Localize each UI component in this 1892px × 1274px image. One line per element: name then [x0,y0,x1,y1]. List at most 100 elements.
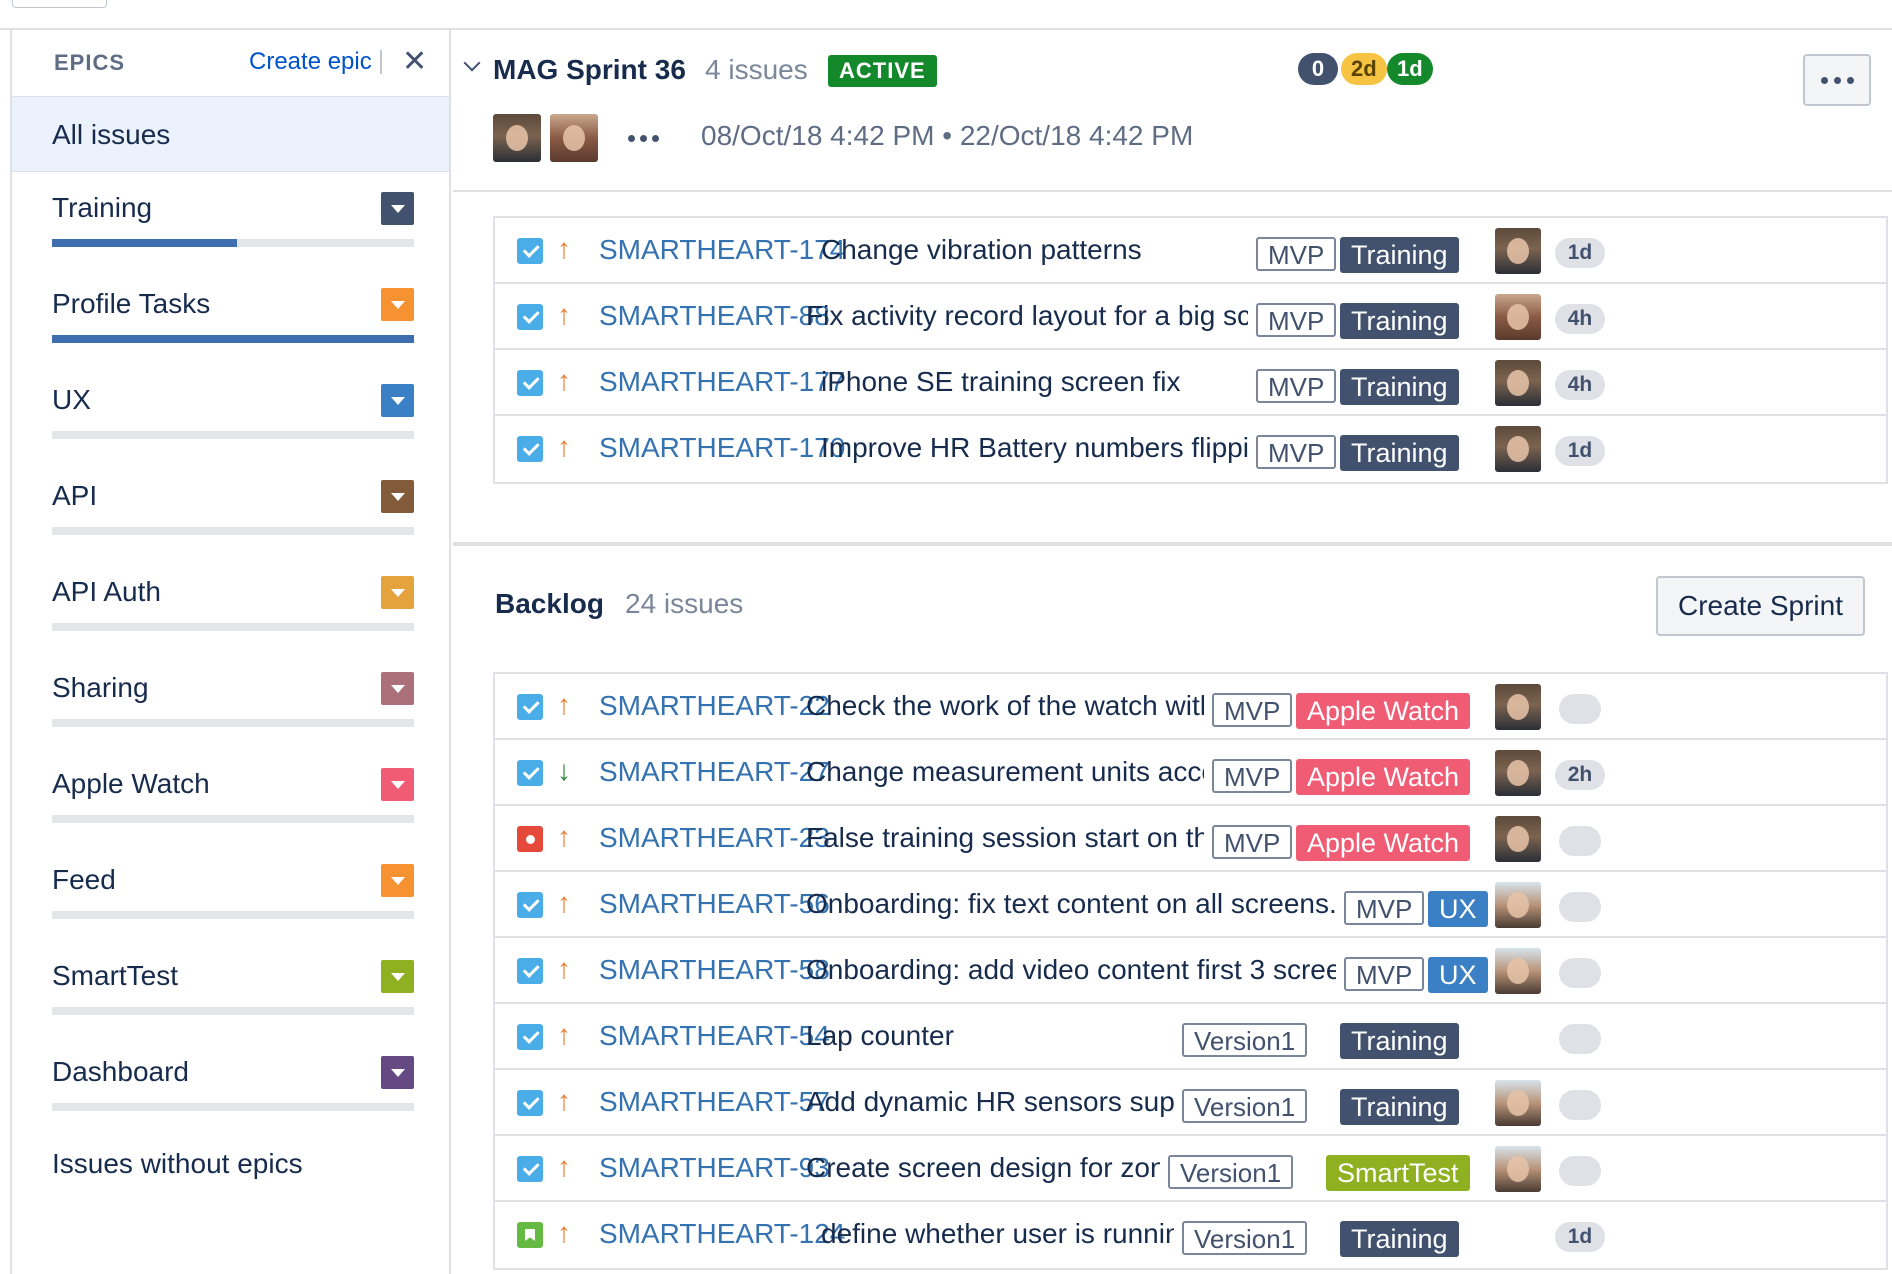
avatar-face [1507,826,1529,852]
epic-item[interactable]: SmartTest [12,940,449,1036]
chevron-down-icon[interactable] [463,54,481,72]
more-icon [1820,76,1828,84]
task-type-icon [517,694,543,720]
issue-key-link[interactable]: SMARTHEART-23 [599,822,830,854]
issue-key-link[interactable]: SMARTHEART-170 [599,432,845,464]
epic-item[interactable]: UX [12,364,449,460]
epic-label: Training [1340,237,1459,273]
chevron-down-icon[interactable] [381,1056,414,1089]
task-type-icon [517,436,543,462]
epic-item[interactable]: Feed [12,844,449,940]
issue-key-link[interactable]: SMARTHEART-88 [599,300,830,332]
chevron-down-icon[interactable] [381,480,414,513]
issue-row[interactable]: ↑ SMARTHEART-174 Change vibration patterns… [495,218,1886,284]
issue-summary: False training session start on the watc… [806,822,1204,853]
sprint-assignees [493,114,598,162]
chevron-down-icon[interactable] [381,192,414,225]
chevron-down-icon[interactable] [381,384,414,417]
issue-row[interactable]: ↑ SMARTHEART-88 Fix activity record layout… [495,284,1886,350]
chevron-down-icon[interactable] [381,960,414,993]
avatar-face [1507,1090,1529,1116]
issue-row[interactable]: ↑ SMARTHEART-177 iPhone SE training screen… [495,350,1886,416]
avatar[interactable] [1495,360,1541,406]
toolbar-button-stub[interactable] [12,0,107,8]
issue-summary: Add dynamic HR sensors support [806,1086,1174,1117]
create-sprint-button[interactable]: Create Sprint [1656,576,1865,636]
epic-item[interactable]: API Auth [12,556,449,652]
issue-key-link[interactable]: SMARTHEART-27 [599,756,830,788]
issue-summary: Check the work of the watch with the mus… [806,690,1204,721]
epic-progress-bar [52,815,414,823]
chevron-down-icon[interactable] [381,576,414,609]
epic-label: Training [1340,435,1459,471]
issue-key-link[interactable]: SMARTHEART-177 [599,366,845,398]
issue-row[interactable]: ↑ SMARTHEART-22 Check the work of the watc… [495,674,1886,740]
epic-item[interactable]: Dashboard [12,1036,449,1132]
task-type-icon [517,370,543,396]
issue-row[interactable]: ↑ SMARTHEART-58 Onboarding: add video cont… [495,938,1886,1004]
chevron-down-icon[interactable] [381,864,414,897]
estimate-badge [1559,1090,1601,1120]
issue-row[interactable]: ↑ SMARTHEART-124 define whether user is ru… [495,1202,1886,1268]
all-issues-filter[interactable]: All issues [12,96,449,172]
more-dot [652,135,659,142]
sprint-name[interactable]: MAG Sprint 36 [493,54,686,86]
top-toolbar-strip [0,0,1892,30]
more-assignees-icon[interactable] [628,135,659,142]
epic-item[interactable]: API [12,460,449,556]
issue-row[interactable]: ↑ SMARTHEART-170 Improve HR Battery number… [495,416,1886,482]
priority-up-icon: ↑ [557,431,571,462]
priority-down-icon: ↓ [557,755,571,786]
issue-key-link[interactable]: SMARTHEART-93 [599,1152,830,1184]
epic-item[interactable]: Profile Tasks [12,268,449,364]
issue-row[interactable]: ↓ SMARTHEART-27 Change measurement units a… [495,740,1886,806]
avatar[interactable] [1495,228,1541,274]
issue-summary: Improve HR Battery numbers flipping [821,432,1248,463]
avatar[interactable] [493,114,541,162]
issue-row[interactable]: ↑ SMARTHEART-93 Create screen design for z… [495,1136,1886,1202]
issue-row[interactable]: ↑ SMARTHEART-23 False training session sta… [495,806,1886,872]
avatar[interactable] [1495,882,1541,928]
epic-item[interactable]: Apple Watch [12,748,449,844]
issue-key-link[interactable]: SMARTHEART-56 [599,888,830,920]
avatar[interactable] [1495,426,1541,472]
epic-progress-bar [52,239,414,247]
avatar[interactable] [1495,750,1541,796]
epic-item[interactable]: Training [12,172,449,268]
priority-up-icon: ↑ [557,953,571,984]
issue-row[interactable]: ↑ SMARTHEART-56 Onboarding: fix text conte… [495,872,1886,938]
more-icon-dot [1846,76,1854,84]
chevron-down-icon[interactable] [381,288,414,321]
chevron-down-icon[interactable] [381,672,414,705]
issue-key-link[interactable]: SMARTHEART-22 [599,690,830,722]
issue-key-link[interactable]: SMARTHEART-54 [599,1020,830,1052]
issue-key-link[interactable]: SMARTHEART-57 [599,1086,830,1118]
estimate-badge [1559,1024,1601,1054]
issue-key-link[interactable]: SMARTHEART-58 [599,954,830,986]
sprint-status-badge: ACTIVE [828,55,937,87]
sprint-more-button[interactable] [1803,54,1871,106]
avatar[interactable] [1495,1080,1541,1126]
create-epic-link[interactable]: Create epic [249,48,372,76]
avatar[interactable] [1495,294,1541,340]
issue-row[interactable]: ↑ SMARTHEART-54 Lap counter Version1 Trainin… [495,1004,1886,1070]
avatar[interactable] [1495,684,1541,730]
epic-item[interactable]: Sharing [12,652,449,748]
issue-row[interactable]: ↑ SMARTHEART-57 Add dynamic HR sensors sup… [495,1070,1886,1136]
avatar[interactable] [1495,948,1541,994]
chevron-down-icon[interactable] [381,768,414,801]
sprint-issue-count: 4 issues [705,54,808,85]
avatar[interactable] [1495,816,1541,862]
issue-summary: Create screen design for zone import fro… [806,1152,1160,1183]
avatar[interactable] [1495,1146,1541,1192]
close-icon[interactable]: ✕ [402,44,427,79]
issues-without-epics-filter[interactable]: Issues without epics [52,1148,303,1180]
avatar[interactable] [550,114,598,162]
issue-key-link[interactable]: SMARTHEART-174 [599,234,845,266]
issue-key-link[interactable]: SMARTHEART-124 [599,1218,845,1250]
section-divider [453,542,1892,546]
backlog-issue-list: ↑ SMARTHEART-22 Check the work of the watc… [493,672,1888,1270]
estimate-badge: 2h [1555,760,1605,790]
backlog-title: Backlog [495,588,604,619]
version-label: MVP [1212,825,1293,859]
